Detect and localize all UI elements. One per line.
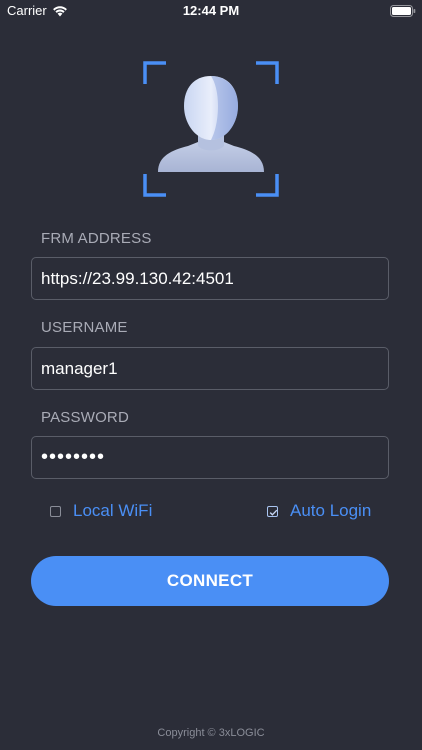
local-wifi-option[interactable]: Local WiFi [50, 500, 152, 522]
battery-icon [390, 4, 416, 17]
password-label: PASSWORD [41, 409, 129, 426]
status-bar: Carrier 12:44 PM [0, 0, 422, 24]
password-field-box [31, 436, 389, 479]
password-input[interactable] [32, 437, 388, 478]
username-input[interactable] [32, 348, 388, 389]
local-wifi-checkbox[interactable] [50, 505, 61, 517]
username-field-box [31, 347, 389, 390]
connect-button[interactable]: CONNECT [31, 556, 389, 606]
auto-login-option[interactable]: Auto Login [267, 500, 371, 522]
auto-login-label[interactable]: Auto Login [290, 501, 371, 521]
frm-address-label: FRM ADDRESS [41, 230, 152, 247]
copyright-text: Copyright © 3xLOGIC [157, 727, 265, 739]
frm-address-input[interactable] [32, 258, 388, 299]
face-scan-icon [142, 60, 280, 198]
auto-login-checkbox[interactable] [267, 505, 278, 517]
local-wifi-label[interactable]: Local WiFi [73, 501, 152, 521]
username-label: USERNAME [41, 319, 128, 336]
frm-address-field-box [31, 257, 389, 300]
status-time: 12:44 PM [182, 3, 240, 18]
